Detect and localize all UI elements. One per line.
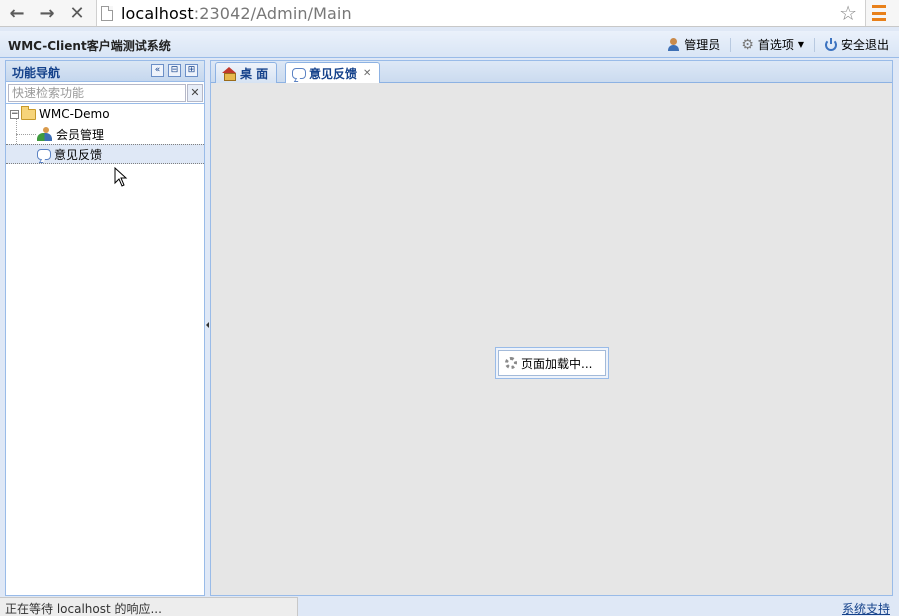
nav-panel: 功能导航 « ⊟ ⊞ ✕ − WMC-Demo 会员管理 意见反馈 bbox=[5, 60, 205, 596]
user-icon bbox=[667, 38, 680, 51]
tab-label: 意见反馈 bbox=[309, 67, 358, 81]
user-button[interactable]: 管理员 bbox=[667, 36, 720, 53]
back-arrow-icon: ← bbox=[9, 2, 25, 24]
user-label: 管理员 bbox=[684, 38, 721, 52]
app-title: WMC-Client客户端测试系统 bbox=[8, 39, 171, 53]
tab-strip: 桌 面 意见反馈 ✕ bbox=[211, 61, 892, 84]
forward-arrow-icon: → bbox=[39, 2, 55, 24]
collapse-all-icon[interactable]: ⊟ bbox=[168, 64, 181, 77]
tree-node-label: 意见反馈 bbox=[54, 147, 103, 162]
address-bar[interactable]: localhost:23042/Admin/Main ☆ bbox=[96, 0, 866, 26]
tree-node-feedback[interactable]: 意见反馈 bbox=[6, 144, 204, 164]
tree-node-label: WMC-Demo bbox=[39, 107, 110, 121]
system-support-link[interactable]: 系统支持 bbox=[842, 600, 890, 616]
forward-button[interactable]: → bbox=[36, 2, 58, 24]
tab-label: 桌 面 bbox=[240, 66, 269, 81]
tab-content-area: 页面加载中... bbox=[211, 83, 892, 595]
logout-label: 安全退出 bbox=[840, 38, 889, 52]
main-panel: 桌 面 意见反馈 ✕ 页面加载中... bbox=[210, 60, 893, 596]
speech-bubble-icon bbox=[292, 68, 306, 79]
bookmark-star-icon[interactable]: ☆ bbox=[839, 1, 857, 25]
speech-bubble-icon bbox=[37, 148, 51, 160]
back-button[interactable]: ← bbox=[6, 2, 28, 24]
search-row: ✕ bbox=[6, 82, 204, 104]
tab-desktop[interactable]: 桌 面 bbox=[215, 62, 278, 83]
tree-node-root[interactable]: − WMC-Demo bbox=[6, 104, 204, 124]
gear-icon: ⚙ bbox=[741, 36, 754, 53]
tree-node-label: 会员管理 bbox=[56, 127, 105, 142]
home-icon bbox=[222, 67, 236, 81]
browser-menu-icon[interactable] bbox=[872, 5, 886, 21]
tab-feedback[interactable]: 意见反馈 ✕ bbox=[285, 62, 381, 84]
mouse-cursor-icon bbox=[114, 167, 128, 187]
close-tab-icon[interactable]: ✕ bbox=[363, 68, 371, 79]
preferences-button[interactable]: ⚙ 首选项 ▼ bbox=[741, 36, 804, 53]
collapse-left-icon[interactable] bbox=[206, 322, 209, 328]
nav-panel-title: 功能导航 bbox=[12, 66, 61, 80]
logout-button[interactable]: 安全退出 bbox=[824, 36, 889, 53]
search-input[interactable] bbox=[8, 84, 186, 102]
expand-all-icon[interactable]: ⊞ bbox=[185, 64, 198, 77]
tree-node-members[interactable]: 会员管理 bbox=[6, 124, 204, 144]
folder-icon bbox=[21, 105, 36, 120]
spinner-icon bbox=[505, 357, 517, 369]
header-divider bbox=[813, 37, 815, 52]
stop-icon: ✕ bbox=[69, 2, 85, 24]
loading-text: 页面加载中... bbox=[521, 356, 593, 371]
loading-inner: 页面加载中... bbox=[498, 350, 606, 376]
browser-toolbar: ← → ✕ localhost:23042/Admin/Main ☆ bbox=[0, 0, 899, 27]
collapse-panel-icon[interactable]: « bbox=[151, 64, 164, 77]
header-divider bbox=[730, 37, 732, 52]
page-icon bbox=[101, 5, 113, 21]
members-icon bbox=[37, 127, 53, 141]
status-bar: 正在等待 localhost 的响应... 系统支持 bbox=[0, 597, 899, 616]
collapse-toggle-icon[interactable]: − bbox=[10, 109, 19, 119]
loading-indicator: 页面加载中... bbox=[495, 347, 609, 379]
header-actions: 管理员 ⚙ 首选项 ▼ 安全退出 bbox=[667, 36, 889, 53]
app-header: WMC-Client客户端测试系统 管理员 ⚙ 首选项 ▼ 安全退出 bbox=[0, 31, 899, 58]
nav-panel-header: 功能导航 « ⊟ ⊞ bbox=[6, 61, 204, 82]
power-icon bbox=[824, 37, 837, 51]
browser-status-message: 正在等待 localhost 的响应... bbox=[0, 597, 298, 616]
url-text[interactable]: localhost:23042/Admin/Main bbox=[121, 4, 352, 23]
stop-button[interactable]: ✕ bbox=[66, 2, 88, 24]
clear-search-button[interactable]: ✕ bbox=[187, 84, 203, 102]
caret-down-icon: ▼ bbox=[797, 40, 804, 49]
preferences-label: 首选项 bbox=[757, 38, 794, 52]
